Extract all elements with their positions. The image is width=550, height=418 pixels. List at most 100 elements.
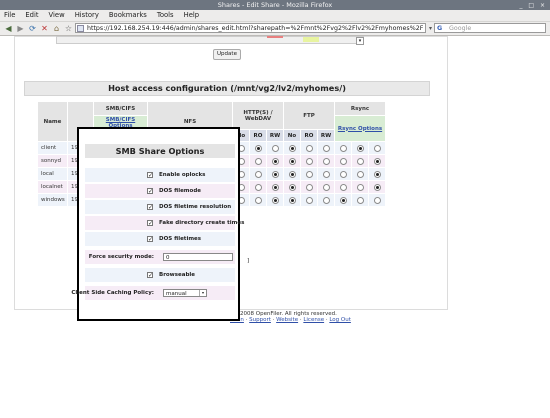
ftp-radio[interactable] (322, 144, 330, 152)
browseable-label: Browseable (159, 272, 196, 278)
ftp-radio[interactable] (288, 170, 296, 178)
col-name-header: Name (37, 101, 68, 142)
dos-filetime-res-label: DOS filetime resolution (159, 204, 232, 210)
rsync-radio[interactable] (339, 183, 347, 191)
url-bar[interactable]: https://192.168.254.19:446/admin/shares_… (75, 23, 426, 33)
menu-help[interactable]: Help (179, 10, 205, 21)
menu-bookmarks[interactable]: Bookmarks (104, 10, 152, 21)
rsync-radio[interactable] (339, 196, 347, 204)
rsync-radio[interactable] (373, 183, 381, 191)
ftp-radio-cell (317, 180, 335, 194)
force-security-label: Force security mode: (88, 254, 154, 260)
rsync-radio[interactable] (339, 157, 347, 165)
footer-link-license[interactable]: License (303, 317, 324, 323)
ftp-radio[interactable] (288, 157, 296, 165)
footer-link-logout[interactable]: Log Out (329, 317, 351, 323)
menu-tools[interactable]: Tools (152, 10, 179, 21)
option-row-caching-policy: Client Side Caching Policy: manual ▾ (71, 286, 235, 300)
stop-icon[interactable]: ✕ (39, 23, 50, 34)
http-radio[interactable] (254, 144, 262, 152)
http-radio[interactable] (271, 196, 279, 204)
rsync-radio[interactable] (339, 144, 347, 152)
ftp-radio[interactable] (322, 196, 330, 204)
rsync-radio[interactable] (356, 157, 364, 165)
rsync-radio[interactable] (373, 144, 381, 152)
http-radio-cell (249, 141, 267, 155)
footer-link-website[interactable]: Website (276, 317, 298, 323)
search-placeholder: Google (449, 25, 472, 32)
menu-edit[interactable]: Edit (20, 10, 43, 21)
top-select-caret-icon[interactable]: ▾ (356, 37, 364, 45)
menu-file[interactable]: File (0, 10, 20, 21)
oplocks-label: Enable oplocks (159, 172, 206, 178)
dos-filetimes-checkbox[interactable]: ✓ (147, 236, 153, 243)
fake-dir-times-label: Fake directory create times (159, 220, 245, 226)
http-radio[interactable] (271, 183, 279, 191)
more-link[interactable]: ] (247, 258, 249, 264)
rsync-radio[interactable] (356, 196, 364, 204)
http-radio-cell (266, 180, 284, 194)
rsync-radio[interactable] (373, 170, 381, 178)
dos-filetime-res-checkbox[interactable]: ✓ (147, 204, 153, 211)
top-strip-highlight (303, 37, 319, 42)
back-icon[interactable]: ◀ (3, 23, 14, 34)
option-row-dos-filemode: ✓ DOS filemode (85, 184, 235, 198)
ftp-radio[interactable] (288, 183, 296, 191)
ftp-radio-cell (283, 141, 301, 155)
oplocks-checkbox[interactable]: ✓ (147, 172, 153, 179)
footer-link-support[interactable]: Support (249, 317, 271, 323)
rsync-options-link[interactable]: Rsync Options (338, 126, 382, 132)
ftp-radio[interactable] (305, 170, 313, 178)
rsync-radio-cell (351, 141, 369, 155)
ftp-radio-cell (300, 180, 318, 194)
reload-icon[interactable]: ⟳ (27, 23, 38, 34)
ftp-radio[interactable] (305, 144, 313, 152)
forward-icon[interactable]: ▶ (15, 23, 26, 34)
ftp-radio[interactable] (322, 170, 330, 178)
fake-dir-times-checkbox[interactable]: ✓ (147, 220, 153, 227)
option-row-dos-filetime-res: ✓ DOS filetime resolution (85, 200, 235, 214)
http-radio[interactable] (271, 144, 279, 152)
http-radio[interactable] (271, 157, 279, 165)
update-button[interactable]: Update (213, 49, 241, 60)
browseable-checkbox[interactable]: ✓ (147, 272, 153, 279)
ftp-radio[interactable] (322, 183, 330, 191)
dos-filemode-checkbox[interactable]: ✓ (147, 188, 153, 195)
rsync-radio-cell (334, 193, 352, 207)
caching-policy-select[interactable]: manual ▾ (163, 289, 207, 297)
ftp-radio[interactable] (305, 157, 313, 165)
rsync-radio-cell (334, 154, 352, 168)
http-radio[interactable] (254, 170, 262, 178)
http-radio[interactable] (254, 157, 262, 165)
http-radio-cell (266, 167, 284, 181)
search-input[interactable]: G Google (434, 23, 546, 33)
rsync-radio[interactable] (339, 170, 347, 178)
http-radio[interactable] (254, 183, 262, 191)
ftp-radio-cell (283, 193, 301, 207)
ftp-radio[interactable] (288, 144, 296, 152)
http-ro-header: RO (249, 129, 267, 142)
http-radio[interactable] (271, 170, 279, 178)
search-engine-icon[interactable]: G (437, 24, 442, 34)
top-strip-marker (267, 36, 283, 38)
force-security-input[interactable]: 0 (163, 253, 233, 261)
bookmark-icon[interactable]: ☆ (63, 23, 74, 34)
http-radio[interactable] (254, 196, 262, 204)
rsync-radio-cell (334, 180, 352, 194)
ftp-radio-cell (283, 154, 301, 168)
http-radio-cell (266, 141, 284, 155)
rsync-radio[interactable] (356, 144, 364, 152)
rsync-radio-cell (351, 167, 369, 181)
menu-view[interactable]: View (44, 10, 70, 21)
menu-history[interactable]: History (70, 10, 104, 21)
ftp-radio[interactable] (305, 196, 313, 204)
ftp-radio[interactable] (322, 157, 330, 165)
ftp-radio-cell (317, 141, 335, 155)
rsync-radio[interactable] (373, 196, 381, 204)
ftp-radio[interactable] (288, 196, 296, 204)
rsync-radio[interactable] (356, 183, 364, 191)
home-icon[interactable]: ⌂ (51, 23, 62, 34)
ftp-radio[interactable] (305, 183, 313, 191)
rsync-radio[interactable] (373, 157, 381, 165)
rsync-radio[interactable] (356, 170, 364, 178)
